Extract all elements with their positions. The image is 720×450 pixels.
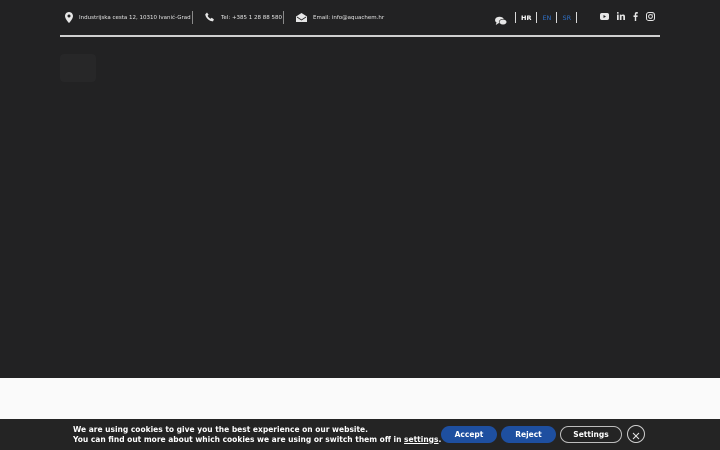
lang-hr[interactable]: HR [521, 14, 531, 22]
cookie-settings-link[interactable]: settings [404, 435, 438, 444]
close-icon [632, 425, 640, 444]
phone-text: Tel: +385 1 28 88 580 [221, 15, 283, 21]
address-text: Industrijska cesta 12, 10310 Ivanić-Grad [79, 15, 191, 21]
cookie-banner: We are using cookies to give you the bes… [0, 419, 720, 450]
settings-button[interactable]: Settings [560, 426, 622, 443]
youtube-icon[interactable] [600, 12, 609, 20]
logo[interactable] [60, 54, 96, 82]
close-button[interactable] [627, 425, 645, 443]
chat-icon[interactable] [495, 11, 508, 30]
divider [283, 11, 284, 24]
header-divider [60, 35, 660, 37]
cookie-message: We are using cookies to give you the bes… [73, 425, 441, 444]
phone-icon [205, 12, 221, 24]
cookie-line-1: We are using cookies to give you the bes… [73, 425, 368, 434]
linkedin-icon[interactable] [617, 12, 625, 20]
cookie-line-2: You can find out more about which cookie… [73, 434, 442, 444]
divider [192, 11, 193, 24]
language-switcher: HR EN SR [510, 11, 582, 24]
social-links [592, 10, 655, 22]
instagram-icon[interactable] [646, 11, 655, 21]
top-bar: Industrijska cesta 12, 10310 Ivanić-Grad… [60, 0, 660, 37]
accept-button[interactable]: Accept [441, 426, 497, 443]
address-info: Industrijska cesta 12, 10310 Ivanić-Grad [65, 10, 191, 26]
facebook-icon[interactable] [633, 11, 638, 21]
reject-button[interactable]: Reject [501, 426, 556, 443]
envelope-icon [296, 12, 313, 24]
phone-info[interactable]: Tel: +385 1 28 88 580 [205, 10, 282, 26]
lang-sr[interactable]: SR [562, 14, 571, 22]
content-section [0, 378, 720, 420]
map-pin-icon [65, 11, 79, 25]
email-text: Email: info@aquachem.hr [313, 15, 385, 21]
email-info[interactable]: Email: info@aquachem.hr [296, 10, 384, 26]
lang-en[interactable]: EN [542, 14, 551, 22]
